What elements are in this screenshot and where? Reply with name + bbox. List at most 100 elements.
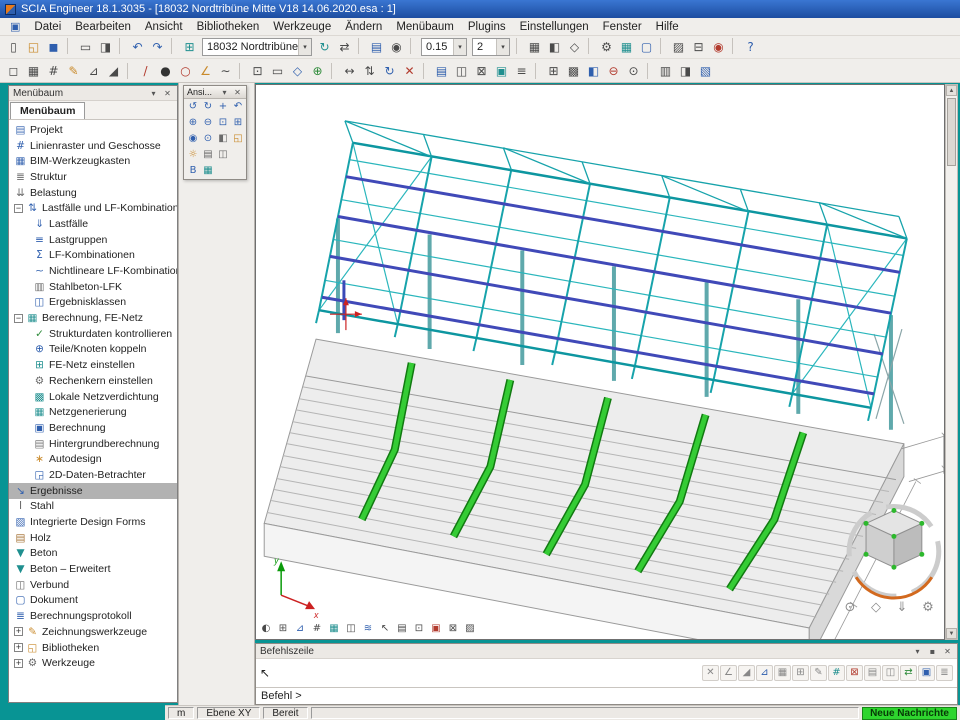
angle-icon[interactable]: ∠ bbox=[196, 62, 215, 80]
edit-icon[interactable]: ✎ bbox=[810, 665, 827, 681]
scroll-thumb[interactable] bbox=[947, 98, 956, 166]
chevron-down-icon[interactable]: ▾ bbox=[453, 39, 466, 55]
label-icon[interactable]: ⊡ bbox=[248, 62, 267, 80]
tree-expander-icon[interactable]: + bbox=[14, 627, 23, 636]
zoom-icon[interactable]: ⊙ bbox=[842, 599, 858, 615]
tree-item[interactable]: + ✎ Zeichnungswerkzeuge bbox=[9, 624, 177, 640]
curve-icon[interactable]: ∼ bbox=[216, 62, 235, 80]
raster-icon[interactable]: # bbox=[828, 665, 845, 681]
render-mode-icon[interactable]: ◐ bbox=[258, 621, 274, 636]
tree-item[interactable]: ✓ Strukturdaten kontrollieren bbox=[9, 326, 177, 342]
grid-icon[interactable]: ▦ bbox=[24, 62, 43, 80]
menu-bibliotheken[interactable]: Bibliotheken bbox=[190, 18, 267, 35]
tree-item[interactable]: ⊕ Teile/Knoten koppeln bbox=[9, 342, 177, 358]
tree-item[interactable]: ▼ Beton – Erweitert bbox=[9, 561, 177, 577]
new-messages-button[interactable]: Neue Nachrichte bbox=[862, 707, 957, 720]
menu-einstellungen[interactable]: Einstellungen bbox=[513, 18, 596, 35]
zoom-all-icon[interactable]: ⊞ bbox=[231, 116, 245, 130]
copy-icon[interactable]: ◫ bbox=[882, 665, 899, 681]
print-area-icon[interactable]: ▨ bbox=[462, 621, 478, 636]
tree-item[interactable]: ▧ Integrierte Design Forms bbox=[9, 514, 177, 530]
tree-item[interactable]: ◫ Ergebnisklassen bbox=[9, 295, 177, 311]
labels-icon[interactable]: ⊡ bbox=[411, 621, 427, 636]
chevron-down-icon[interactable]: ▾ bbox=[219, 88, 230, 97]
angle-icon[interactable]: ∠ bbox=[720, 665, 737, 681]
axonometry-icon[interactable]: ◇ bbox=[565, 38, 584, 56]
open-view-icon[interactable]: ◱ bbox=[231, 132, 245, 146]
hatch2-icon[interactable]: ▩ bbox=[564, 62, 583, 80]
hatch-icon[interactable]: ▨ bbox=[669, 38, 688, 56]
redo-icon[interactable]: ↷ bbox=[148, 38, 167, 56]
scroll-up-icon[interactable]: ▲ bbox=[946, 85, 957, 96]
tree-item[interactable]: ∗ Autodesign bbox=[9, 451, 177, 467]
tree-item[interactable]: ▦ Netzgenerierung bbox=[9, 404, 177, 420]
tree-expander-icon[interactable]: + bbox=[14, 643, 23, 652]
tree-panel-header[interactable]: Menübaum ▾ ✕ bbox=[9, 86, 177, 101]
tree-item[interactable]: ▦ BIM-Werkzeugkasten bbox=[9, 153, 177, 169]
refresh-icon[interactable]: ↻ bbox=[315, 38, 334, 56]
add-icon[interactable]: ⊕ bbox=[308, 62, 327, 80]
menu-plugins[interactable]: Plugins bbox=[461, 18, 513, 35]
tree-expander-icon[interactable]: − bbox=[14, 204, 23, 213]
rotate-right-icon[interactable]: ↻ bbox=[201, 100, 215, 114]
tree-item[interactable]: ▼ Beton bbox=[9, 546, 177, 562]
swap-icon[interactable]: ⇄ bbox=[900, 665, 917, 681]
tree-item[interactable]: − ⇅ Lastfälle und LF-Kombinationen bbox=[9, 200, 177, 216]
tree-item[interactable]: Σ LF-Kombinationen bbox=[9, 248, 177, 264]
tree-item[interactable]: ⇓ Lastfälle bbox=[9, 216, 177, 232]
draw-icon[interactable]: ✎ bbox=[64, 62, 83, 80]
section-icon[interactable]: ◫ bbox=[343, 621, 359, 636]
menu-ansicht[interactable]: Ansicht bbox=[138, 18, 190, 35]
half-icon[interactable]: ◧ bbox=[584, 62, 603, 80]
tree-expander-icon[interactable]: + bbox=[14, 659, 23, 668]
undo-icon[interactable]: ↶ bbox=[128, 38, 147, 56]
tree-item[interactable]: ◲ 2D-Daten-Betrachter bbox=[9, 467, 177, 483]
mesh-icon[interactable]: ▣ bbox=[492, 62, 511, 80]
project-combobox[interactable]: 18032 Nordtribüne ▾ bbox=[202, 38, 312, 56]
circle-icon[interactable]: ○ bbox=[176, 62, 195, 80]
select-icon[interactable]: ◻ bbox=[4, 62, 23, 80]
wireframe-icon[interactable]: ⊞ bbox=[275, 621, 291, 636]
target-icon[interactable]: ⊙ bbox=[624, 62, 643, 80]
anchor-icon[interactable]: ⇓ bbox=[894, 599, 910, 615]
beam-icon[interactable]: ▭ bbox=[268, 62, 287, 80]
tree-item[interactable]: I Stahl bbox=[9, 499, 177, 515]
view-palette-titlebar[interactable]: Ansi... ▾ ✕ bbox=[184, 86, 246, 99]
pin-icon[interactable]: ▪ bbox=[927, 647, 938, 656]
clip-icon[interactable]: ◧ bbox=[545, 38, 564, 56]
mesh-icon[interactable]: ▦ bbox=[774, 665, 791, 681]
menu-hilfe[interactable]: Hilfe bbox=[649, 18, 686, 35]
save-icon[interactable]: ◼ bbox=[44, 38, 63, 56]
tree-item[interactable]: ▢ Dokument bbox=[9, 593, 177, 609]
menu-werkzeuge[interactable]: Werkzeuge bbox=[266, 18, 338, 35]
tree-item[interactable]: ⊞ FE-Netz einstellen bbox=[9, 357, 177, 373]
help-icon[interactable]: ? bbox=[741, 38, 760, 56]
tree-item[interactable]: + ⚙ Werkzeuge bbox=[9, 655, 177, 671]
menu-aendern[interactable]: Ändern bbox=[338, 18, 389, 35]
scroll-down-icon[interactable]: ▼ bbox=[946, 628, 957, 639]
light-icon[interactable]: ☼ bbox=[186, 148, 200, 162]
chevron-down-icon[interactable]: ▾ bbox=[912, 647, 923, 656]
zoom-in-icon[interactable]: ⊕ bbox=[186, 116, 200, 130]
cube-icon[interactable]: ◇ bbox=[868, 599, 884, 615]
tree-item[interactable]: # Linienraster und Geschosse bbox=[9, 138, 177, 154]
move-icon[interactable]: ↔ bbox=[340, 62, 359, 80]
background-icon[interactable]: B bbox=[186, 164, 200, 178]
tab-menuebaum[interactable]: Menübaum bbox=[10, 102, 85, 119]
count-combobox[interactable]: 2 ▾ bbox=[472, 38, 510, 56]
grid-icon[interactable]: ⊞ bbox=[792, 665, 809, 681]
calculator-icon[interactable]: ⊞ bbox=[180, 38, 199, 56]
list-icon[interactable]: ≡ bbox=[512, 62, 531, 80]
close-command-icon[interactable]: ✕ bbox=[702, 665, 719, 681]
command-input[interactable]: Befehl > bbox=[256, 687, 957, 704]
link-icon[interactable]: ⇄ bbox=[335, 38, 354, 56]
document-icon[interactable]: ▢ bbox=[637, 38, 656, 56]
fill-icon[interactable]: ▧ bbox=[696, 62, 715, 80]
tree-item[interactable]: ≣ Berechnungsprotokoll bbox=[9, 608, 177, 624]
fill-icon[interactable]: ▣ bbox=[918, 665, 935, 681]
delete-icon[interactable]: ⊠ bbox=[846, 665, 863, 681]
open-icon[interactable]: ◱ bbox=[24, 38, 43, 56]
menu-bearbeiten[interactable]: Bearbeiten bbox=[68, 18, 138, 35]
results-icon[interactable]: ▣ bbox=[428, 621, 444, 636]
rotate-icon[interactable]: ↻ bbox=[380, 62, 399, 80]
